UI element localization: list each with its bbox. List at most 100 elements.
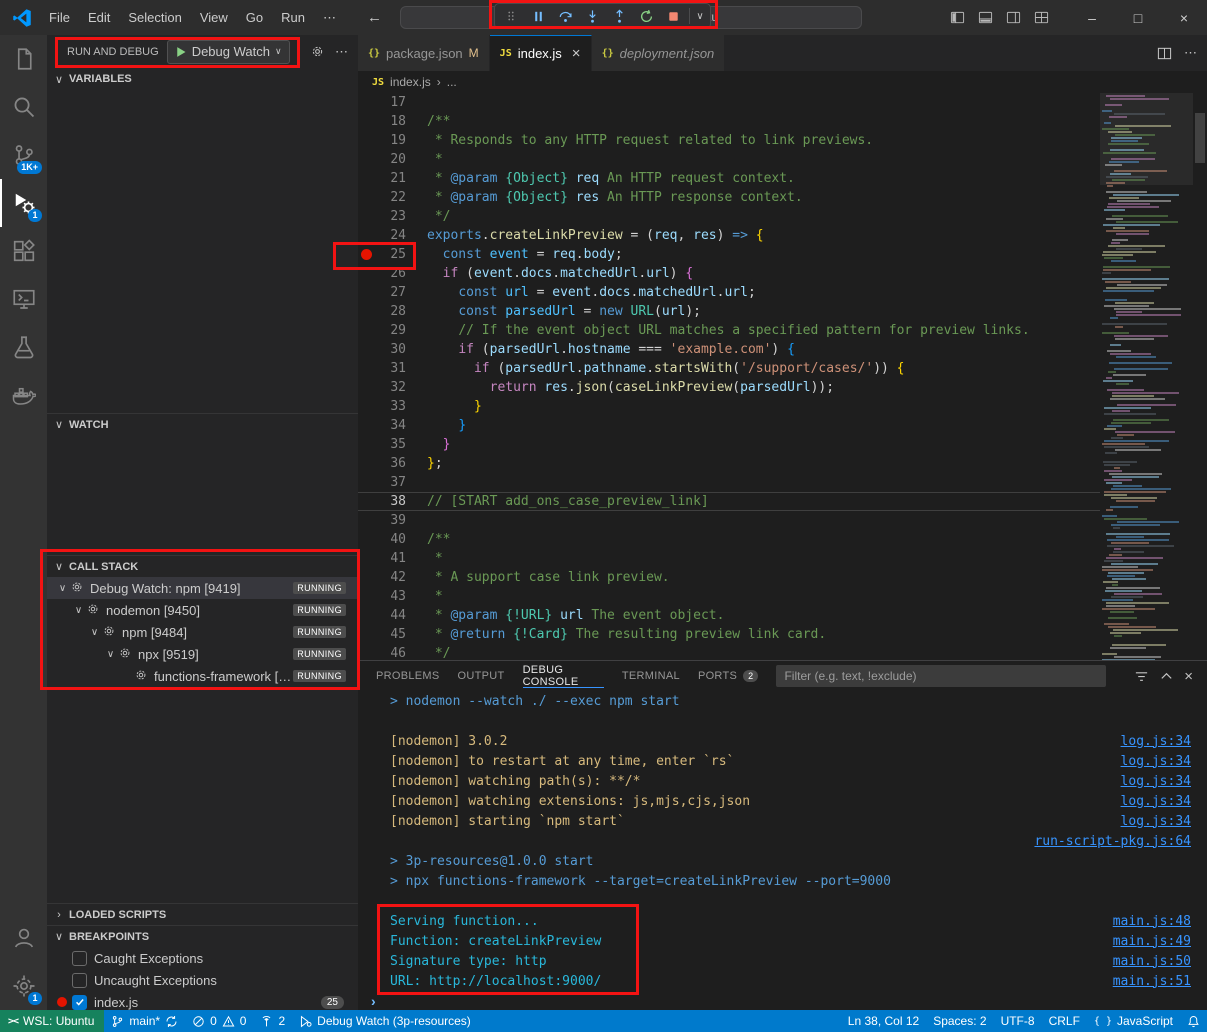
line-number[interactable]: 34 <box>358 416 406 435</box>
call-stack-session-row[interactable]: functions-framework [954...RUNNING <box>47 665 358 687</box>
line-number[interactable]: 40 <box>358 530 406 549</box>
toggle-secondary-sidebar-icon[interactable] <box>999 0 1027 35</box>
line-number[interactable]: 19 <box>358 131 406 150</box>
line-number[interactable]: 27 <box>358 283 406 302</box>
notifications[interactable] <box>1180 1010 1207 1032</box>
views-more-icon[interactable]: ⋯ <box>335 44 348 60</box>
editor-more-actions-icon[interactable]: ⋯ <box>1184 45 1197 61</box>
line-number[interactable]: 30 <box>358 340 406 359</box>
line-number[interactable]: 32 <box>358 378 406 397</box>
toggle-sidebar-icon[interactable] <box>943 0 971 35</box>
run-and-debug-icon[interactable]: 1 <box>0 179 47 227</box>
loaded-scripts-section-header[interactable]: › LOADED SCRIPTS <box>47 903 358 925</box>
debug-status[interactable]: Debug Watch (3p-resources) <box>292 1010 478 1032</box>
line-number[interactable]: 20 <box>358 150 406 169</box>
call-stack-session-row[interactable]: ∨npx [9519]RUNNING <box>47 643 358 665</box>
menu-run[interactable]: Run <box>272 0 314 35</box>
line-number[interactable]: 21 <box>358 169 406 188</box>
line-number[interactable]: 17 <box>358 93 406 112</box>
call-stack-session-row[interactable]: ∨Debug Watch: npm [9419]RUNNING <box>47 577 358 599</box>
tab-deployment-json[interactable]: {} deployment.json <box>592 35 726 71</box>
panel-tab-problems[interactable]: PROBLEMS <box>376 661 440 691</box>
console-prompt-chevron-icon[interactable]: › <box>371 993 376 1009</box>
breadcrumb[interactable]: JS index.js › ... <box>358 71 1207 93</box>
panel-tab-debug-console[interactable]: DEBUG CONSOLE <box>523 661 604 691</box>
line-number[interactable]: 43 <box>358 587 406 606</box>
step-out-icon[interactable] <box>606 5 632 27</box>
line-number[interactable]: 39 <box>358 511 406 530</box>
line-number[interactable]: 24 <box>358 226 406 245</box>
extensions-icon[interactable] <box>0 227 47 275</box>
toolbar-drag-handle[interactable] <box>498 5 524 27</box>
remote-explorer-icon[interactable] <box>0 275 47 323</box>
line-number[interactable]: 31 <box>358 359 406 378</box>
encoding[interactable]: UTF-8 <box>994 1010 1042 1032</box>
maximize-button[interactable]: □ <box>1115 0 1161 35</box>
step-over-icon[interactable] <box>552 5 578 27</box>
close-panel-icon[interactable]: × <box>1184 668 1193 685</box>
testing-icon[interactable] <box>0 323 47 371</box>
menu-edit[interactable]: Edit <box>79 0 119 35</box>
eol-sequence[interactable]: CRLF <box>1042 1010 1087 1032</box>
accounts-icon[interactable] <box>0 914 47 962</box>
indentation[interactable]: Spaces: 2 <box>926 1010 993 1032</box>
line-number[interactable]: 25 <box>358 245 406 264</box>
breakpoints-section-header[interactable]: ∨ BREAKPOINTS <box>47 925 358 947</box>
explorer-icon[interactable] <box>0 35 47 83</box>
source-link[interactable]: log.js:34 <box>1121 774 1191 789</box>
line-number[interactable]: 46 <box>358 644 406 660</box>
breakpoint-row[interactable]: Caught Exceptions <box>47 947 358 969</box>
panel-tab-terminal[interactable]: TERMINAL <box>622 661 680 691</box>
split-editor-icon[interactable] <box>1157 46 1172 61</box>
menu-file[interactable]: File <box>40 0 79 35</box>
tab-index-js[interactable]: JS index.js × <box>490 35 592 71</box>
breakpoint-dot-icon[interactable] <box>361 249 372 260</box>
line-number[interactable]: 28 <box>358 302 406 321</box>
scrollbar-thumb[interactable] <box>1195 113 1205 163</box>
line-number[interactable]: 36 <box>358 454 406 473</box>
menu-selection[interactable]: Selection <box>119 0 190 35</box>
line-number[interactable]: 26 <box>358 264 406 283</box>
line-number[interactable]: 35 <box>358 435 406 454</box>
launch-config-dropdown[interactable]: Debug Watch ∨ <box>167 40 290 64</box>
debug-session-chevron-icon[interactable]: ∨ <box>693 5 707 27</box>
search-icon[interactable] <box>0 83 47 131</box>
close-tab-icon[interactable]: × <box>572 45 581 62</box>
source-link[interactable]: log.js:34 <box>1121 794 1191 809</box>
source-control-icon[interactable]: 1K+ <box>0 131 47 179</box>
minimap[interactable] <box>1100 93 1193 660</box>
ports-indicator[interactable]: 2 <box>253 1010 292 1032</box>
source-link[interactable]: main.js:51 <box>1113 974 1191 989</box>
line-number[interactable]: 37 <box>358 473 406 492</box>
line-number[interactable]: 45 <box>358 625 406 644</box>
settings-gear-icon[interactable]: 1 <box>0 962 47 1010</box>
menu-go[interactable]: Go <box>237 0 272 35</box>
customize-layout-icon[interactable] <box>1027 0 1055 35</box>
source-link[interactable]: main.js:48 <box>1113 914 1191 929</box>
docker-icon[interactable] <box>0 371 47 419</box>
code-area[interactable]: 1718/**19 * Responds to any HTTP request… <box>358 93 1100 660</box>
line-number[interactable]: 44 <box>358 606 406 625</box>
source-link[interactable]: log.js:34 <box>1121 814 1191 829</box>
toggle-panel-icon[interactable] <box>971 0 999 35</box>
branch-indicator[interactable]: main* <box>104 1010 185 1032</box>
menu-[interactable]: ⋯ <box>314 0 345 35</box>
variables-section-header[interactable]: ∨ VARIABLES <box>47 68 358 90</box>
panel-tab-output[interactable]: OUTPUT <box>458 661 505 691</box>
problems-indicator[interactable]: 0 0 <box>185 1010 253 1032</box>
line-number[interactable]: 33 <box>358 397 406 416</box>
cursor-position[interactable]: Ln 38, Col 12 <box>841 1010 926 1032</box>
source-link[interactable]: log.js:34 <box>1121 754 1191 769</box>
source-link[interactable]: log.js:34 <box>1121 734 1191 749</box>
call-stack-section-header[interactable]: ∨ CALL STACK <box>47 555 358 577</box>
source-link[interactable]: main.js:50 <box>1113 954 1191 969</box>
language-mode[interactable]: { } JavaScript <box>1087 1010 1180 1032</box>
step-into-icon[interactable] <box>579 5 605 27</box>
start-debug-icon[interactable] <box>175 46 187 58</box>
line-number[interactable]: 23 <box>358 207 406 226</box>
breakpoint-checkbox[interactable] <box>72 951 87 966</box>
remote-indicator[interactable]: >< WSL: Ubuntu <box>0 1010 104 1032</box>
watch-section-header[interactable]: ∨ WATCH <box>47 413 358 435</box>
debug-settings-gear-icon[interactable] <box>310 44 325 59</box>
call-stack-session-row[interactable]: ∨npm [9484]RUNNING <box>47 621 358 643</box>
